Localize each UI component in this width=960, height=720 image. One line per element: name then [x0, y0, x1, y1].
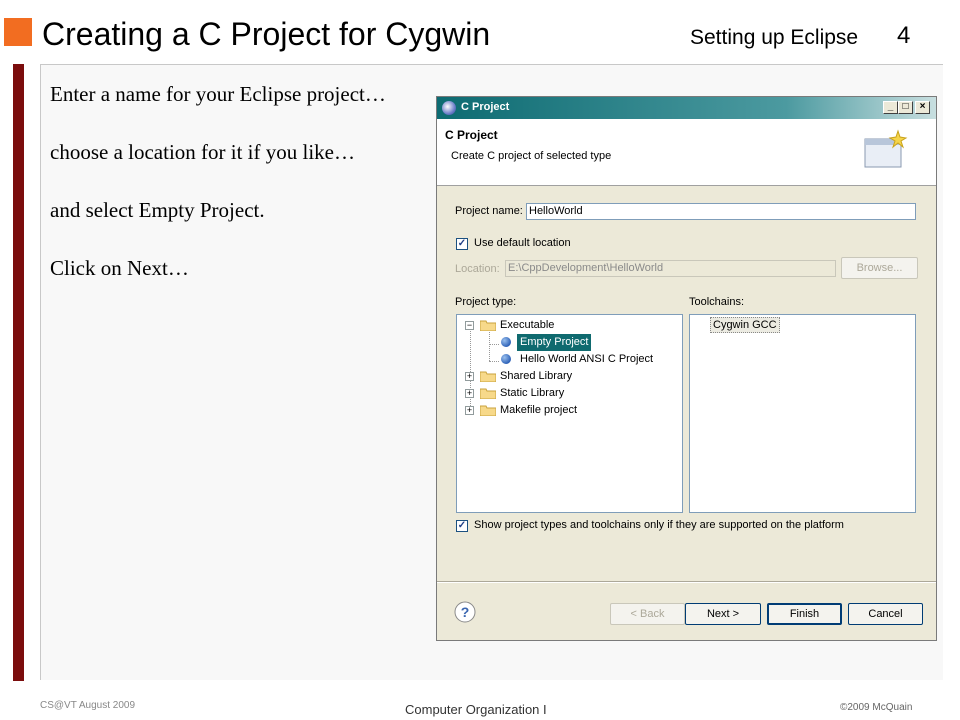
tree-item-label: Empty Project [517, 334, 592, 351]
instruction-step-3: and select Empty Project. [50, 198, 265, 222]
next-button[interactable]: Next > [685, 603, 761, 625]
folder-icon [480, 388, 496, 399]
folder-icon [480, 320, 496, 331]
use-default-location-checkbox[interactable]: ✓ [456, 238, 468, 250]
minimize-button[interactable]: _ [883, 101, 898, 114]
show-supported-only-label: Show project types and toolchains only i… [474, 519, 844, 531]
close-button[interactable]: × [915, 101, 930, 114]
tree-item-label: Hello World ANSI C Project [520, 353, 654, 365]
project-type-label: Project type: [455, 296, 517, 308]
expand-icon[interactable]: + [465, 389, 474, 398]
footer-copyright: ©2009 McQuain [840, 702, 913, 713]
tree-item-label: Shared Library [500, 370, 573, 382]
wizard-header: C Project Create C project of selected t… [437, 119, 936, 186]
dialog-titlebar[interactable]: C Project _ □ × [437, 97, 936, 119]
collapse-icon[interactable]: − [465, 321, 474, 330]
back-button[interactable]: < Back [610, 603, 685, 625]
toolchains-list[interactable]: Cygwin GCC [689, 314, 916, 513]
show-supported-only-checkbox[interactable]: ✓ [456, 520, 468, 532]
new-project-wizard-icon [864, 129, 908, 168]
slide-number: 4 [897, 22, 911, 49]
title-accent-square [4, 18, 32, 46]
project-type-tree[interactable]: − Executable Empty Project Hello World A… [456, 314, 683, 513]
project-name-input[interactable]: HelloWorld [526, 203, 916, 220]
c-project-dialog: C Project _ □ × C Project Create C proje… [436, 96, 937, 641]
instruction-step-2: choose a location for it if you like… [50, 140, 356, 164]
footer-course: Computer Organization I [405, 702, 547, 717]
side-accent-bar [13, 64, 24, 681]
location-input[interactable]: E:\CppDevelopment\HelloWorld [505, 260, 836, 277]
finish-button[interactable]: Finish [767, 603, 842, 625]
button-bar-separator [437, 581, 936, 583]
footer-date: CS@VT August 2009 [40, 700, 136, 711]
project-template-icon [501, 337, 511, 347]
help-icon[interactable]: ? [454, 601, 476, 623]
dialog-title: C Project [461, 101, 510, 113]
tree-item-label: Makefile project [500, 404, 578, 416]
svg-text:?: ? [461, 604, 470, 620]
expand-icon[interactable]: + [465, 372, 474, 381]
eclipse-icon [442, 101, 456, 115]
expand-icon[interactable]: + [465, 406, 474, 415]
section-title: Setting up Eclipse [690, 26, 859, 49]
maximize-button[interactable]: □ [898, 101, 913, 114]
slide-title: Creating a C Project for Cygwin [42, 16, 491, 52]
use-default-location-label: Use default location [474, 237, 571, 249]
folder-icon [480, 405, 496, 416]
project-name-label: Project name: [455, 205, 523, 217]
browse-button[interactable]: Browse... [841, 257, 918, 279]
project-template-icon [501, 354, 511, 364]
wizard-header-description: Create C project of selected type [451, 150, 612, 162]
location-label: Location: [455, 263, 500, 275]
folder-icon [480, 371, 496, 382]
toolchains-label: Toolchains: [689, 296, 745, 308]
instruction-step-4: Click on Next… [50, 256, 189, 280]
instructions-text: Enter a name for your Eclipse project… c… [50, 80, 410, 312]
tree-item-label: Executable [500, 319, 555, 331]
tree-item-label: Static Library [500, 387, 565, 399]
instruction-step-1: Enter a name for your Eclipse project… [50, 82, 386, 106]
cancel-button[interactable]: Cancel [848, 603, 923, 625]
toolchain-item-cygwin-gcc[interactable]: Cygwin GCC [710, 317, 780, 333]
wizard-header-title: C Project [445, 128, 498, 142]
